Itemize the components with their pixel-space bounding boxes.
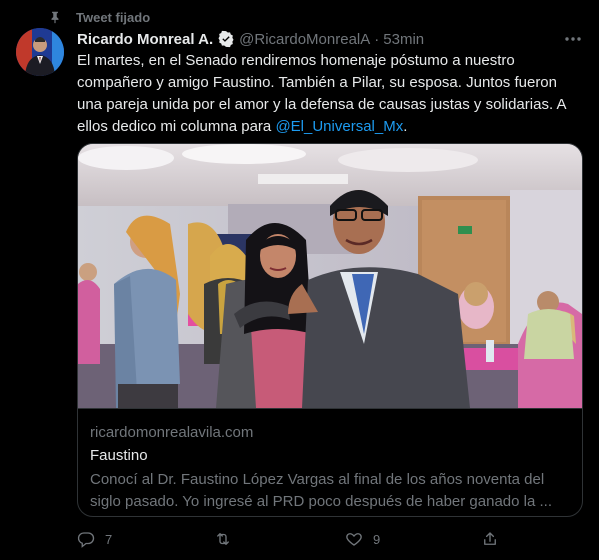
card-description-line: Conocí al Dr. Faustino López Vargas al f… xyxy=(90,471,545,488)
tweet-text-line-last: ellos dedico mi columna para @El_Univers… xyxy=(77,116,577,138)
retweet-button[interactable] xyxy=(214,527,242,551)
card-description-line: siglo pasado. Yo ingresé al PRD poco des… xyxy=(90,493,552,510)
tweet-text-line: una pareja unida por el amor y la defens… xyxy=(77,96,567,113)
reply-count: 7 xyxy=(105,531,113,547)
tweet-header: Ricardo Monreal A. @RicardoMonrealA · 53… xyxy=(77,29,583,49)
verified-badge-icon xyxy=(218,30,234,48)
action-bar: 7 9 xyxy=(77,527,507,551)
avatar[interactable] xyxy=(16,28,64,76)
pinned-label: Tweet fijado xyxy=(76,9,151,25)
reply-icon xyxy=(77,532,95,548)
retweet-icon xyxy=(217,533,229,545)
tweet-timestamp[interactable]: 53min xyxy=(383,31,424,48)
author-name[interactable]: Ricardo Monreal A. xyxy=(77,31,213,48)
tweet-text: El martes, en el Senado rendiremos homen… xyxy=(77,50,577,138)
pinned-tweet[interactable]: Tweet fijado Ricardo Monreal A. @Ricardo… xyxy=(0,0,599,560)
mention-link[interactable]: @El_Universal_Mx xyxy=(275,118,403,135)
like-button[interactable]: 9 xyxy=(345,527,380,551)
card-image[interactable] xyxy=(78,144,582,408)
card-domain: ricardomonrealavila.com xyxy=(90,424,254,441)
tweet-text-end: . xyxy=(403,118,408,135)
card-description: Conocí al Dr. Faustino López Vargas al f… xyxy=(90,469,570,513)
card-body[interactable]: ricardomonrealavila.com Faustino Conocí … xyxy=(78,408,582,516)
like-count: 9 xyxy=(373,531,381,547)
tweet-text-segment: ellos dedico mi columna para xyxy=(77,118,276,135)
author-handle[interactable]: @RicardoMonrealA xyxy=(239,31,370,48)
link-preview-card[interactable]: ricardomonrealavila.com Faustino Conocí … xyxy=(77,143,583,517)
card-title: Faustino xyxy=(90,447,148,464)
separator-dot: · xyxy=(374,30,380,48)
pin-icon xyxy=(48,10,62,24)
share-button[interactable] xyxy=(481,527,499,551)
tweet-text-line: El martes, en el Senado rendiremos homen… xyxy=(77,52,515,69)
more-options-icon[interactable] xyxy=(563,30,583,48)
like-icon xyxy=(346,533,362,546)
pinned-indicator: Tweet fijado xyxy=(48,8,150,26)
share-icon xyxy=(484,532,496,545)
tweet-text-line: compañero y amigo Faustino. También a Pi… xyxy=(77,74,557,91)
reply-button[interactable]: 7 xyxy=(77,527,112,551)
